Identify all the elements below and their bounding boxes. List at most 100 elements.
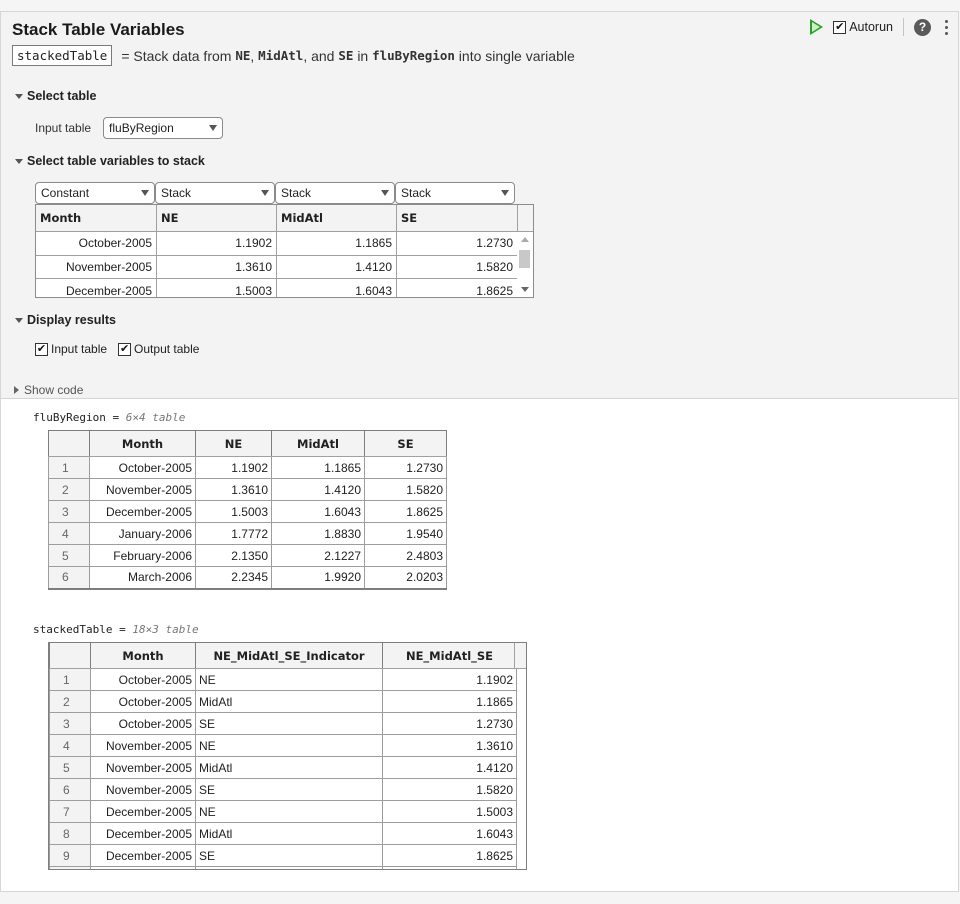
table-row: October-2005 1.1902 1.1865 1.2730 xyxy=(36,232,533,256)
autorun-checkbox[interactable]: ✔ xyxy=(833,20,847,34)
output2-eq: = xyxy=(112,623,133,636)
row-index xyxy=(49,866,91,869)
column-header: Month xyxy=(89,430,196,457)
mode-value: Stack xyxy=(161,186,192,200)
output-table-flubyregion: Month NE MidAtl SE 1 October-2005 1.1902 1.… xyxy=(48,430,447,590)
row-index: 2 xyxy=(48,478,90,501)
chevron-down-icon xyxy=(381,190,389,196)
toolbar-divider xyxy=(903,18,904,36)
table-cell: October-2005 xyxy=(36,232,157,255)
input-table-value: fluByRegion xyxy=(109,121,174,135)
row-index: 4 xyxy=(48,522,90,545)
table-row: 6 November-2005 SE 1.5820 xyxy=(49,778,517,801)
row-index: 3 xyxy=(48,500,90,523)
scroll-down-icon[interactable] xyxy=(521,287,529,292)
stacked-table: Month NE_MidAtl_SE_Indicator NE_MidAtl_S… xyxy=(49,642,517,869)
input-table-dropdown[interactable]: fluByRegion xyxy=(103,117,224,139)
mode-dropdown-month[interactable]: Constant xyxy=(35,182,155,204)
column-header: SE xyxy=(397,205,518,231)
show-code-label: Show code xyxy=(24,383,84,397)
show-code-toggle[interactable]: Show code xyxy=(14,383,83,397)
summary-table: fluByRegion xyxy=(372,48,455,63)
column-header: MidAtl xyxy=(277,205,397,231)
vertical-scrollbar[interactable] xyxy=(517,232,533,297)
table-cell: 1.2730 xyxy=(397,232,518,255)
table-cell: NE xyxy=(195,668,383,691)
table-cell: November-2005 xyxy=(90,778,196,801)
table-cell: 1.5003 xyxy=(195,500,272,523)
output1-eq: = xyxy=(105,411,126,424)
chevron-down-icon xyxy=(141,190,149,196)
autorun-label: Autorun xyxy=(849,20,893,34)
scroll-thumb[interactable] xyxy=(519,250,530,268)
row-index: 7 xyxy=(49,800,91,823)
output1-size: 6×4 table xyxy=(125,411,186,424)
table-header-row: Month NE MidAtl SE xyxy=(48,430,447,457)
table-row: 7 December-2005 NE 1.5003 xyxy=(49,800,517,823)
input-table-option-label: Input table xyxy=(51,342,108,356)
section-select-vars-label: Select table variables to stack xyxy=(27,154,205,168)
table-row: 8 December-2005 MidAtl 1.6043 xyxy=(49,822,517,845)
summary-suffix: into single variable xyxy=(458,47,575,64)
output-table-checkbox[interactable]: ✔ xyxy=(118,342,132,356)
table-row: November-2005 1.3610 1.4120 1.5820 xyxy=(36,255,533,279)
table-cell: October-2005 xyxy=(90,712,196,735)
table-row: 6 March-2006 2.2345 1.9920 2.0203 xyxy=(48,566,447,589)
table-cell: 1.1865 xyxy=(277,232,397,255)
table-cell: 1.3610 xyxy=(382,734,517,757)
help-icon[interactable]: ? xyxy=(914,18,931,36)
column-header xyxy=(48,430,90,457)
table-row: 2 October-2005 MidAtl 1.1865 xyxy=(49,690,517,713)
table-cell: October-2005 xyxy=(89,456,196,479)
mode-dropdown-se[interactable]: Stack xyxy=(395,182,515,204)
table-cell: 1.1902 xyxy=(195,456,272,479)
table-cell: 2.2345 xyxy=(195,566,272,589)
table-cell: 1.4120 xyxy=(382,756,517,779)
row-index: 4 xyxy=(49,734,91,757)
run-icon[interactable] xyxy=(810,19,824,35)
table-cell: 1.8625 xyxy=(382,844,517,867)
column-header: NE xyxy=(195,430,272,457)
chevron-down-icon xyxy=(501,190,509,196)
row-index: 1 xyxy=(48,456,90,479)
output1-name: fluByRegion xyxy=(33,411,106,424)
table-cell: October-2005 xyxy=(90,690,196,713)
table-cell: SE xyxy=(195,712,383,735)
table-cell: December-2005 xyxy=(90,800,196,823)
mode-value: Constant xyxy=(41,186,90,200)
table-cell: 1.1865 xyxy=(271,456,365,479)
output-variable-field[interactable]: stackedTable xyxy=(12,45,113,66)
section-display-results[interactable]: Display results xyxy=(15,313,116,327)
equals-sign: = xyxy=(121,47,130,64)
table-cell: 1.9920 xyxy=(271,566,365,589)
input-table-option[interactable]: ✔ Input table xyxy=(35,342,107,356)
column-header: NE_MidAtl_SE_Indicator xyxy=(195,642,383,669)
table-cell: SE xyxy=(195,844,383,867)
summary-var-midatl: MidAtl xyxy=(258,48,304,63)
section-select-table[interactable]: Select table xyxy=(15,89,96,103)
table-header-row: Month NE MidAtl SE xyxy=(36,205,533,232)
table-row: 3 December-2005 1.5003 1.6043 1.8625 xyxy=(48,500,447,523)
table-cell: 1.3610 xyxy=(195,478,272,501)
table-cell: November-2005 xyxy=(90,756,196,779)
table-row xyxy=(49,866,517,869)
table-cell: 1.5003 xyxy=(382,800,517,823)
output-table-option[interactable]: ✔ Output table xyxy=(118,342,199,356)
input-table-checkbox[interactable]: ✔ xyxy=(35,342,48,356)
column-header xyxy=(49,642,91,669)
section-select-vars[interactable]: Select table variables to stack xyxy=(15,154,205,168)
table-cell: 1.1902 xyxy=(382,668,517,691)
task-summary: stackedTable = Stack data from NE , MidA… xyxy=(12,45,575,66)
scroll-up-icon[interactable] xyxy=(521,237,529,242)
table-row: 5 November-2005 MidAtl 1.4120 xyxy=(49,756,517,779)
mode-dropdown-ne[interactable]: Stack xyxy=(155,182,275,204)
table-cell: 1.5820 xyxy=(397,255,518,278)
table-cell: November-2005 xyxy=(90,734,196,757)
more-options-icon[interactable] xyxy=(945,19,948,35)
collapse-icon xyxy=(15,317,23,323)
table-row: 2 November-2005 1.3610 1.4120 1.5820 xyxy=(48,478,447,501)
mode-dropdown-midatl[interactable]: Stack xyxy=(275,182,395,204)
table-cell: 1.1865 xyxy=(382,690,517,713)
output-table-stackedtable[interactable]: Month NE_MidAtl_SE_Indicator NE_MidAtl_S… xyxy=(48,642,527,870)
input-table-label: Input table xyxy=(35,121,92,135)
